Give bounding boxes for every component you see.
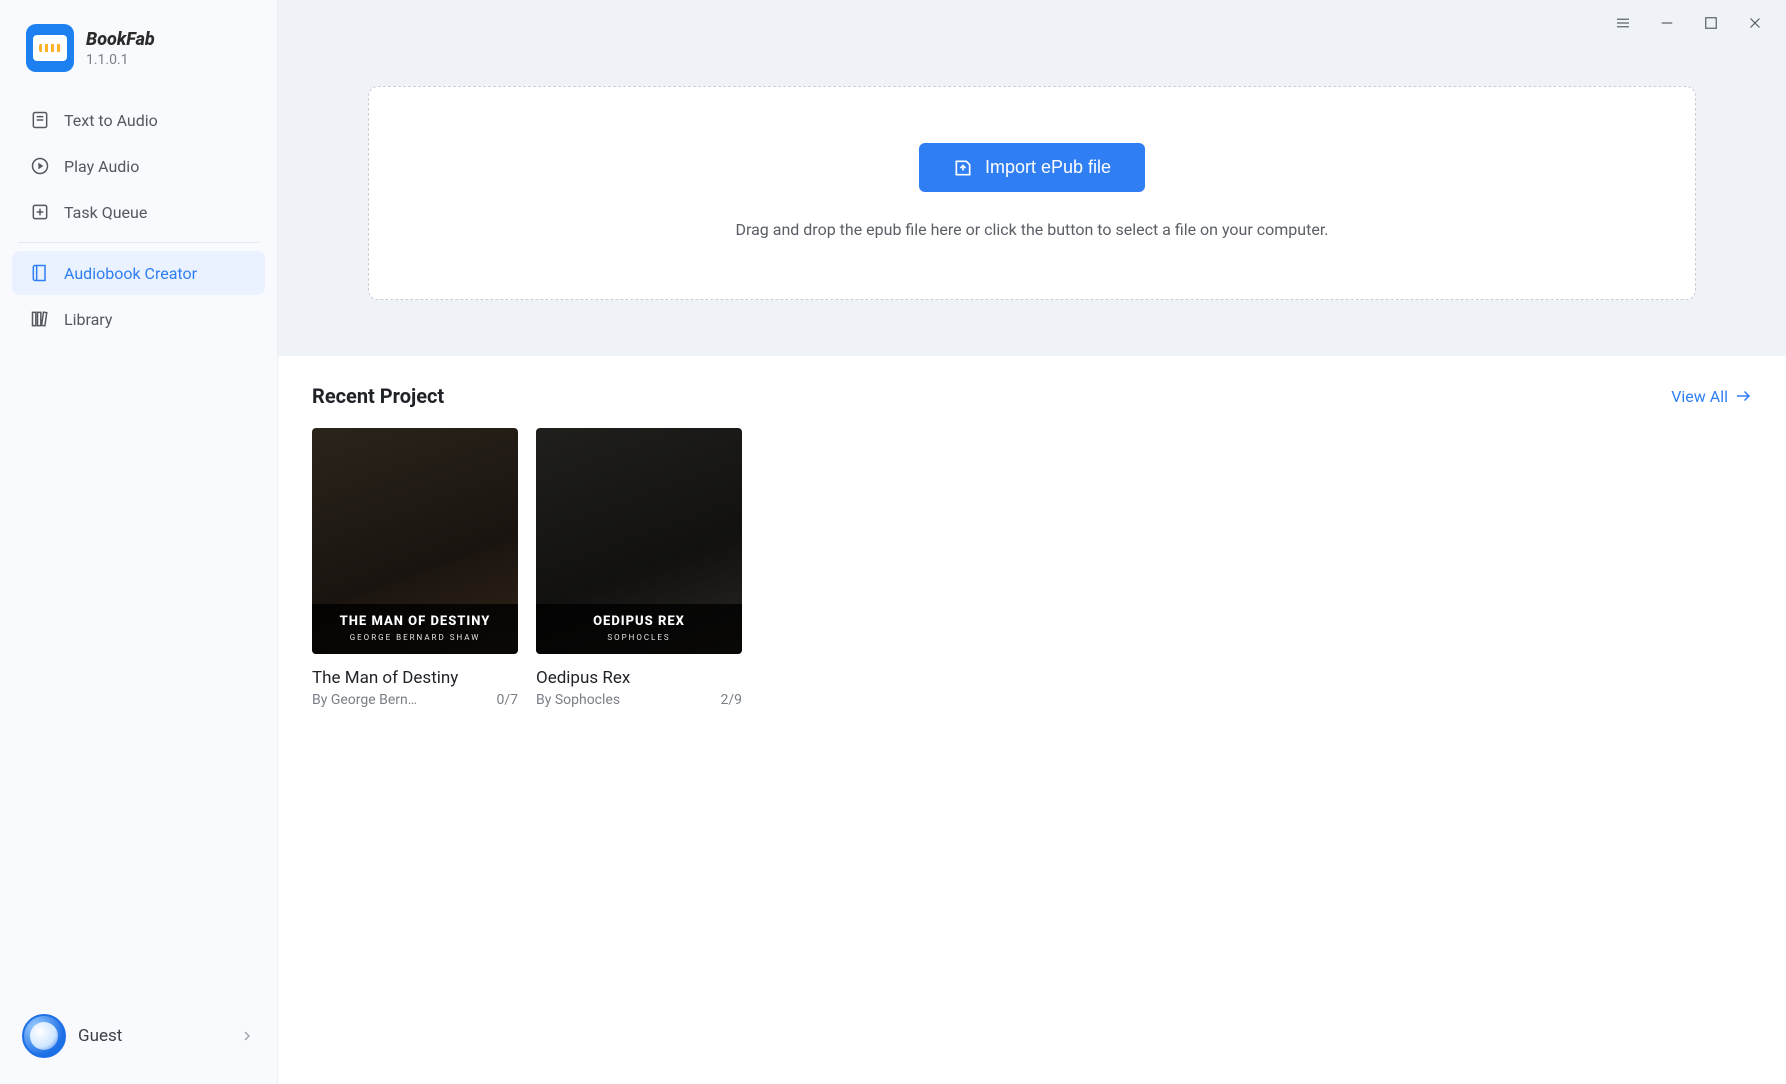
hamburger-icon: [1614, 14, 1632, 32]
cover-subtitle: SOPHOCLES: [544, 633, 734, 642]
import-dropzone[interactable]: Import ePub file Drag and drop the epub …: [368, 86, 1696, 300]
library-icon: [30, 309, 50, 329]
project-cover: OEDIPUS REX SOPHOCLES: [536, 428, 742, 654]
import-icon: [953, 158, 973, 178]
sidebar-item-text-to-audio[interactable]: Text to Audio: [12, 98, 265, 142]
window-maximize-button[interactable]: [1700, 12, 1722, 34]
chevron-right-icon: [239, 1028, 255, 1044]
app-version: 1.1.0.1: [86, 52, 155, 68]
brand-block: BookFab 1.1.0.1: [0, 0, 277, 90]
hamburger-menu-button[interactable]: [1612, 12, 1634, 34]
minimize-icon: [1658, 14, 1676, 32]
project-author: By George Bern…: [312, 692, 417, 708]
maximize-icon: [1702, 14, 1720, 32]
sidebar-nav: Text to Audio Play Audio Task Queue Audi…: [0, 90, 277, 349]
main-area: Import ePub file Drag and drop the epub …: [278, 0, 1786, 1084]
sidebar-item-audiobook-creator[interactable]: Audiobook Creator: [12, 251, 265, 295]
text-icon: [30, 110, 50, 130]
window-titlebar: [278, 0, 1786, 46]
project-card[interactable]: THE MAN OF DESTINY GEORGE BERNARD SHAW T…: [312, 428, 518, 708]
project-progress: 2/9: [720, 692, 742, 708]
sidebar-item-label: Audiobook Creator: [64, 264, 197, 283]
queue-icon: [30, 202, 50, 222]
close-icon: [1746, 14, 1764, 32]
import-hint-text: Drag and drop the epub file here or clic…: [409, 218, 1655, 241]
sidebar-item-label: Task Queue: [64, 203, 147, 222]
window-minimize-button[interactable]: [1656, 12, 1678, 34]
sidebar-item-label: Library: [64, 310, 112, 329]
sidebar-item-label: Text to Audio: [64, 111, 158, 130]
recent-section: Recent Project View All THE MAN OF DESTI…: [278, 356, 1786, 1084]
project-card[interactable]: OEDIPUS REX SOPHOCLES Oedipus Rex By Sop…: [536, 428, 742, 708]
sidebar-item-library[interactable]: Library: [12, 297, 265, 341]
cover-title: THE MAN OF DESTINY: [320, 614, 510, 629]
import-epub-button[interactable]: Import ePub file: [919, 143, 1145, 192]
recent-project-list: THE MAN OF DESTINY GEORGE BERNARD SHAW T…: [312, 428, 1752, 708]
import-button-label: Import ePub file: [985, 157, 1111, 178]
app-logo-icon: [26, 24, 74, 72]
project-cover: THE MAN OF DESTINY GEORGE BERNARD SHAW: [312, 428, 518, 654]
book-icon: [30, 263, 50, 283]
project-title: Oedipus Rex: [536, 668, 742, 688]
view-all-link[interactable]: View All: [1671, 387, 1752, 406]
user-account-row[interactable]: Guest: [0, 1000, 277, 1084]
view-all-label: View All: [1671, 387, 1728, 406]
project-author: By Sophocles: [536, 692, 620, 708]
cover-title: OEDIPUS REX: [544, 614, 734, 629]
sidebar-divider: [18, 242, 259, 243]
sidebar-item-label: Play Audio: [64, 157, 139, 176]
window-close-button[interactable]: [1744, 12, 1766, 34]
project-title: The Man of Destiny: [312, 668, 518, 688]
project-progress: 0/7: [496, 692, 518, 708]
cover-subtitle: GEORGE BERNARD SHAW: [320, 633, 510, 642]
sidebar-item-task-queue[interactable]: Task Queue: [12, 190, 265, 234]
recent-heading: Recent Project: [312, 384, 444, 408]
avatar: [22, 1014, 66, 1058]
arrow-right-icon: [1734, 387, 1752, 405]
sidebar: BookFab 1.1.0.1 Text to Audio Play Audio…: [0, 0, 278, 1084]
play-icon: [30, 156, 50, 176]
sidebar-item-play-audio[interactable]: Play Audio: [12, 144, 265, 188]
user-name: Guest: [78, 1026, 227, 1046]
app-name: BookFab: [86, 29, 155, 50]
